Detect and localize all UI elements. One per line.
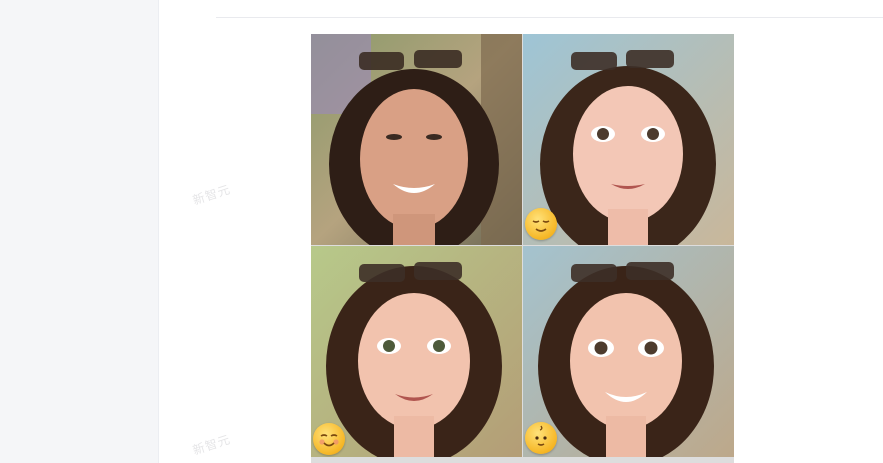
cartoon-tile-1 — [523, 34, 734, 245]
cartoon-tile-3 — [523, 246, 734, 457]
baby-face-emoji-icon — [525, 422, 557, 454]
left-sidebar — [0, 0, 159, 463]
smiling-face-emoji-icon — [313, 423, 345, 455]
cartoon-filter-collage-image — [311, 34, 734, 463]
relieved-face-emoji-icon — [525, 208, 557, 240]
top-divider — [216, 17, 883, 18]
original-photo — [311, 34, 522, 245]
original-photo-tile — [311, 34, 522, 245]
cartoon-tile-2 — [311, 246, 522, 457]
